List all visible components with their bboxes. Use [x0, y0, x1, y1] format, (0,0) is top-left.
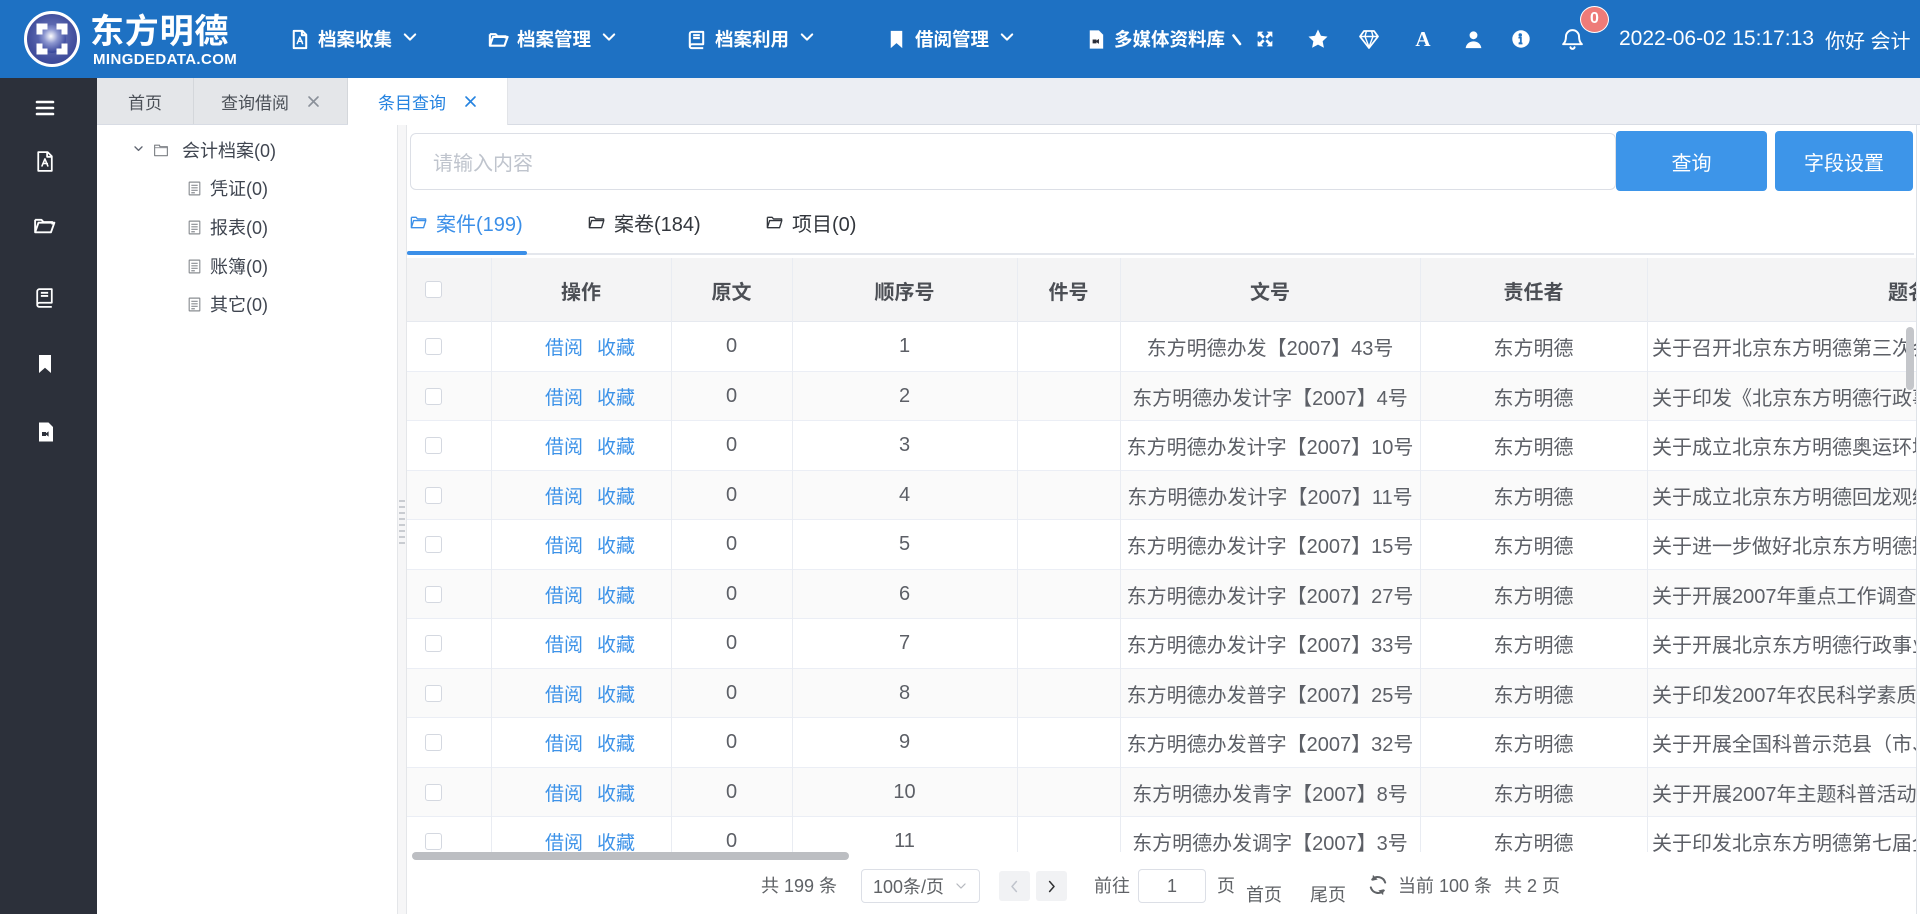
- svg-text:A: A: [1415, 27, 1431, 51]
